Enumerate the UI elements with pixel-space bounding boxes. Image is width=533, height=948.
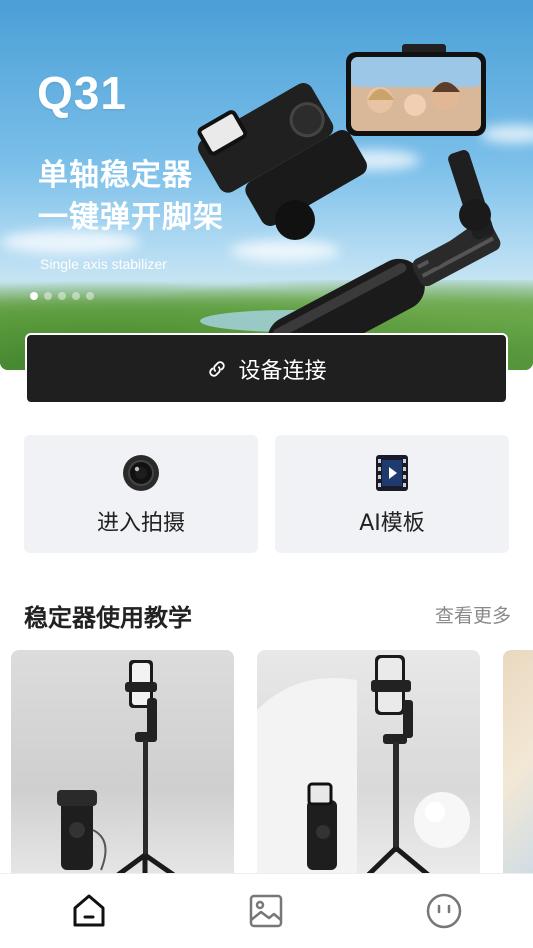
bottom-tab-bar bbox=[0, 873, 533, 948]
enter-shooting-label: 进入拍摄 bbox=[96, 511, 185, 536]
tutorial-video-card[interactable] bbox=[11, 650, 234, 880]
carousel-dot[interactable] bbox=[30, 292, 38, 300]
carousel-dot[interactable] bbox=[58, 292, 66, 300]
enter-shooting-card[interactable]: 进入拍摄 bbox=[24, 435, 258, 553]
home-icon bbox=[73, 894, 105, 927]
ai-template-card[interactable]: AI模板 bbox=[275, 435, 509, 553]
stabilizer-product-image bbox=[197, 44, 501, 350]
device-connect-button[interactable]: 设备连接 bbox=[25, 333, 508, 404]
carousel-dot[interactable] bbox=[86, 292, 94, 300]
tab-home[interactable] bbox=[59, 881, 119, 941]
banner-model-name: Q31 bbox=[37, 67, 127, 119]
gallery-icon bbox=[250, 894, 283, 928]
tutorial-thumbnail-image bbox=[257, 655, 470, 880]
tab-profile[interactable] bbox=[414, 881, 474, 941]
camera-lens-icon bbox=[121, 453, 161, 493]
promo-banner[interactable]: Q31 单轴稳定器 一键弹开脚架 Single axis stabilizer bbox=[0, 0, 533, 370]
device-connect-label: 设备连接 bbox=[238, 358, 327, 384]
section-title: 稳定器使用教学 bbox=[24, 604, 192, 632]
carousel-indicator bbox=[30, 292, 94, 300]
tutorial-video-card[interactable] bbox=[503, 650, 533, 880]
tutorial-video-card[interactable] bbox=[257, 650, 480, 880]
tab-gallery[interactable] bbox=[236, 881, 296, 941]
carousel-dot[interactable] bbox=[72, 292, 80, 300]
link-icon bbox=[209, 360, 226, 377]
tutorial-thumbnail-image bbox=[57, 660, 183, 880]
carousel-dot[interactable] bbox=[44, 292, 52, 300]
ai-template-label: AI模板 bbox=[359, 511, 425, 536]
view-more-link[interactable]: 查看更多 bbox=[435, 601, 511, 628]
profile-face-icon bbox=[426, 893, 462, 929]
banner-headline-1: 单轴稳定器 bbox=[38, 158, 193, 193]
banner-subtitle: Single axis stabilizer bbox=[40, 256, 167, 272]
film-play-icon bbox=[372, 453, 412, 493]
